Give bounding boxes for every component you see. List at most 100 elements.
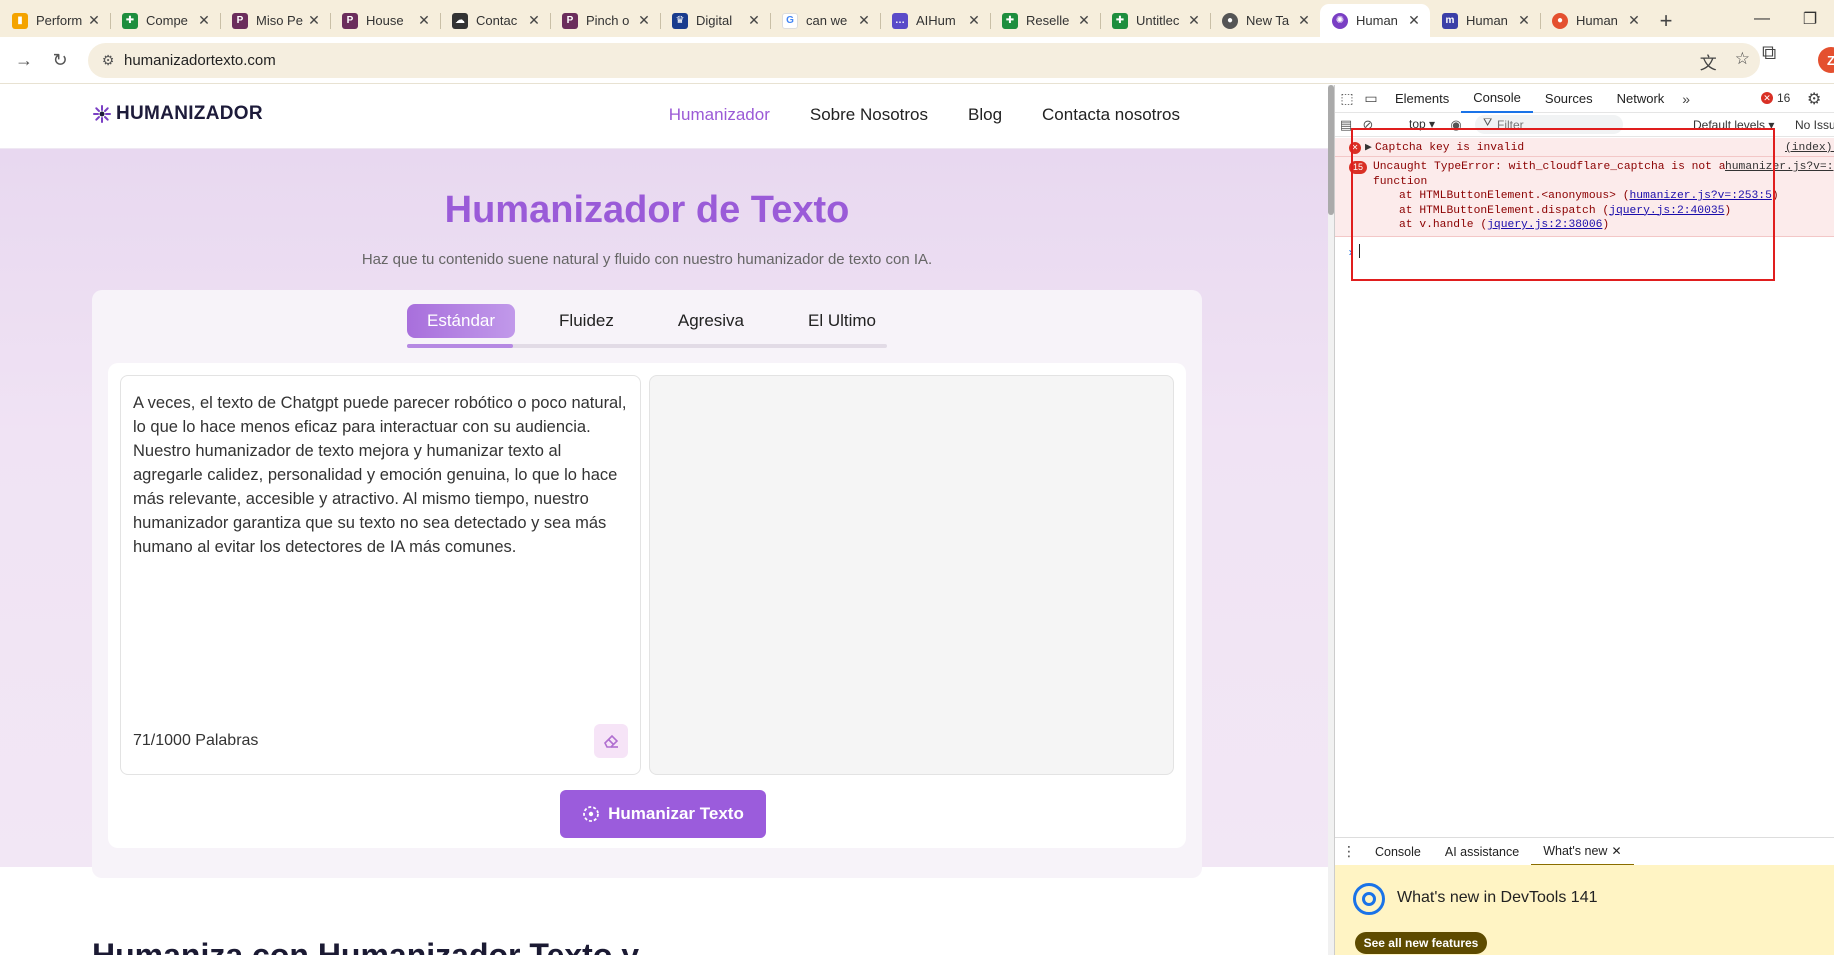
console-message-text-cont: function [1373,175,1428,188]
tab-7[interactable]: Gcan we ✕ [770,4,880,37]
close-icon[interactable]: ✕ [746,12,762,29]
tab-8[interactable]: … AIHum ✕ [880,4,990,37]
tab-2[interactable]: P Miso Pe ✕ [220,4,330,37]
profile-avatar[interactable]: Z [1818,47,1834,73]
mode-fluidez[interactable]: Fluidez [539,304,634,338]
tab-14[interactable]: ● Human ✕ [1540,4,1650,37]
tab-9[interactable]: ✚ Reselle ✕ [990,4,1100,37]
stack-frame-link[interactable]: humanizer.js?v=:253:5 [1630,190,1772,202]
close-icon[interactable]: ✕ [1611,844,1621,858]
console-error-captcha[interactable]: ✕ ▶ Captcha key is invalid (index): [1335,138,1834,157]
drawer-tab-console[interactable]: Console [1363,838,1433,866]
p-icon: P [562,12,578,29]
nav-humanizador[interactable]: Humanizador [669,105,770,125]
analytics-icon: ▮ [12,12,28,29]
tab-6[interactable]: ♛ Digital ✕ [660,4,770,37]
forward-icon[interactable]: → [6,42,42,78]
humanizar-texto-button[interactable]: Humanizar Texto [560,790,766,838]
nav-sobre-nosotros[interactable]: Sobre Nosotros [810,105,928,125]
tab-title: Miso Pe [256,13,303,28]
reload-icon[interactable]: ↻ [42,42,78,78]
device-toolbar-icon[interactable]: ▭ [1359,90,1383,107]
minimize-icon[interactable]: — [1738,0,1786,37]
bookmark-star-icon[interactable]: ☆ [1735,49,1750,74]
expand-triangle-icon[interactable]: ▶ [1365,141,1372,156]
close-icon[interactable]: ✕ [966,12,982,29]
mode-agresiva[interactable]: Agresiva [658,304,764,338]
close-icon[interactable]: ✕ [196,12,212,29]
close-icon[interactable]: ✕ [1406,12,1422,29]
stack-frame-text: at v.handle ( [1399,219,1488,231]
log-levels-dropdown[interactable]: Default levels ▾ [1693,118,1774,132]
tab-0[interactable]: ▮ Perform ✕ [0,4,110,37]
drawer-menu-icon[interactable]: ⋮ [1335,843,1363,860]
console-filter-input[interactable] [1475,115,1623,134]
site-info-icon[interactable]: ⚙ [94,52,122,69]
close-icon[interactable]: ✕ [1626,12,1642,29]
stack-frame-link[interactable]: jquery.js:2:40035 [1609,205,1724,217]
p-icon: P [342,12,358,29]
devtools-tab-elements[interactable]: Elements [1383,85,1461,113]
translate-icon[interactable]: 文 [1700,49,1717,74]
console-prompt-icon: › [1347,246,1355,260]
close-icon[interactable]: ✕ [306,12,322,29]
devtools-tab-network[interactable]: Network [1605,85,1677,113]
input-textarea[interactable]: A veces, el texto de Chatgpt puede parec… [120,375,641,775]
tab-title: Untitlec [1136,13,1180,28]
more-tabs-icon[interactable]: » [1676,91,1696,107]
new-tab-button[interactable]: + [1650,4,1682,37]
close-icon[interactable]: ✕ [856,12,872,29]
tab-4[interactable]: ☁ Contac ✕ [440,4,550,37]
mode-el-ultimo[interactable]: El Ultimo [788,304,896,338]
nav-blog[interactable]: Blog [968,105,1002,125]
extensions-icon[interactable]: ⧉ [1762,42,1776,65]
close-icon[interactable]: ✕ [1516,12,1532,29]
see-all-features-button[interactable]: See all new features [1355,932,1487,954]
close-icon[interactable]: ✕ [1076,12,1092,29]
tab-title: Human [1576,13,1618,28]
issues-indicator[interactable]: No Issues [1795,118,1834,132]
close-icon[interactable]: ✕ [416,12,432,29]
humanizar-texto-label: Humanizar Texto [608,804,744,823]
devtools-tab-sources[interactable]: Sources [1533,85,1605,113]
clear-console-icon[interactable]: ⊘ [1357,117,1379,133]
tab-11[interactable]: ● New Ta ✕ [1210,4,1320,37]
tab-13[interactable]: m Human ✕ [1430,4,1540,37]
tab-3[interactable]: P House ✕ [330,4,440,37]
console-error-typeerror[interactable]: 15 Uncaught TypeError: with_cloudflare_c… [1335,157,1834,237]
restore-icon[interactable]: ❐ [1786,0,1834,37]
site-logo[interactable]: HUMANIZADOR [92,103,263,125]
main-nav: Humanizador Sobre Nosotros Blog Contacta… [669,105,1180,125]
mode-estandar[interactable]: Estándar [407,304,516,338]
console-source-link[interactable]: (index): [1785,141,1834,156]
inspect-element-icon[interactable]: ⬚ [1335,90,1359,107]
tab-title: AIHum [916,13,956,28]
stack-frame-link[interactable]: jquery.js:2:38006 [1487,219,1602,231]
gear-icon[interactable]: ⚙ [1807,89,1821,109]
devtools-tab-console[interactable]: Console [1461,85,1533,113]
tab-12-active[interactable]: ✺ Human ✕ [1320,4,1430,37]
close-icon[interactable]: ✕ [86,12,102,29]
console-source-link[interactable]: humanizer.js?v=: [1725,160,1833,175]
close-icon[interactable]: ✕ [1186,12,1202,29]
error-counter[interactable]: ✕ 16 [1761,91,1790,105]
address-bar[interactable]: ⚙ humanizadortexto.com 文 ☆ [88,43,1760,78]
tab-title: Reselle [1026,13,1070,28]
clear-text-button[interactable] [594,724,628,758]
close-icon[interactable]: ✕ [526,12,542,29]
sidebar-toggle-icon[interactable]: ▤ [1335,117,1357,133]
tab-5[interactable]: P Pinch o ✕ [550,4,660,37]
context-selector[interactable]: top ▾ [1409,117,1435,131]
close-icon[interactable]: ✕ [1296,12,1312,29]
tab-1[interactable]: ✚ Compe ✕ [110,4,220,37]
error-count-value: 16 [1777,91,1791,105]
eye-icon[interactable]: ◉ [1445,117,1467,133]
nav-contacta-nosotros[interactable]: Contacta nosotros [1042,105,1180,125]
drawer-tab-ai-assistance[interactable]: AI assistance [1433,838,1531,866]
tab-10[interactable]: ✚ Untitlec ✕ [1100,4,1210,37]
chat-bubble-icon: … [892,12,908,29]
drawer-tab-whats-new[interactable]: What's new ✕ [1531,838,1634,866]
close-icon[interactable]: ✕ [636,12,652,29]
tomato-icon: ● [1552,12,1568,29]
console-input-caret[interactable] [1359,244,1360,258]
